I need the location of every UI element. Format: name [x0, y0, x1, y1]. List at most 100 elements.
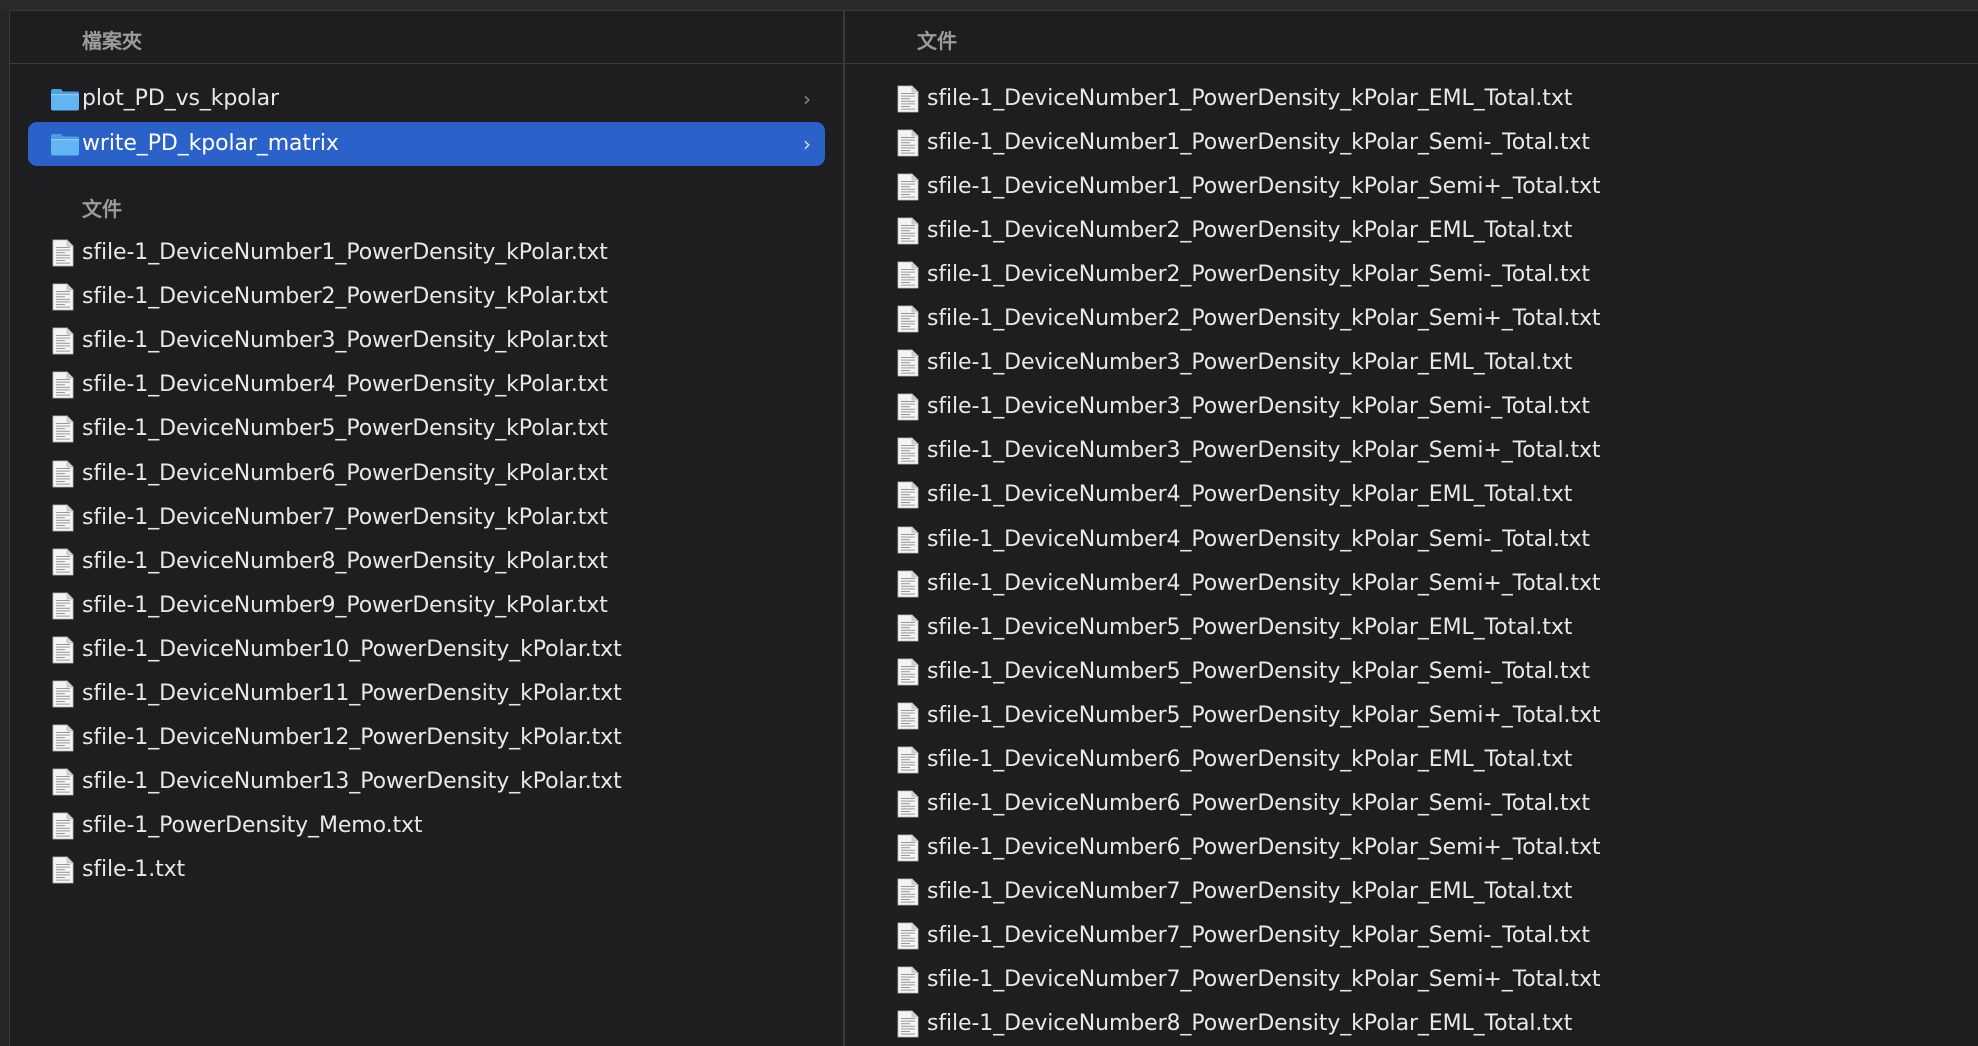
text-file-icon: [52, 504, 74, 532]
text-file-icon: [52, 724, 74, 752]
file-item[interactable]: sfile-1_PowerDensity_Memo.txt: [28, 804, 825, 848]
file-item[interactable]: sfile-1_DeviceNumber3_PowerDensity_kPola…: [873, 341, 1953, 385]
file-item[interactable]: sfile-1_DeviceNumber1_PowerDensity_kPola…: [873, 121, 1953, 165]
file-item[interactable]: sfile-1_DeviceNumber7_PowerDensity_kPola…: [873, 958, 1953, 1002]
folder-name: write_PD_kpolar_matrix: [82, 131, 339, 156]
file-item[interactable]: sfile-1_DeviceNumber5_PowerDensity_kPola…: [873, 606, 1953, 650]
folder-item[interactable]: write_PD_kpolar_matrix ›: [28, 122, 825, 166]
file-name: sfile-1_DeviceNumber7_PowerDensity_kPola…: [82, 505, 608, 530]
file-name: sfile-1.txt: [82, 857, 186, 882]
file-name: sfile-1_DeviceNumber2_PowerDensity_kPola…: [927, 306, 1601, 331]
file-item[interactable]: sfile-1_DeviceNumber6_PowerDensity_kPola…: [28, 452, 825, 496]
column-header-label: 檔案夾: [82, 29, 142, 53]
file-item[interactable]: sfile-1_DeviceNumber3_PowerDensity_kPola…: [28, 319, 825, 363]
file-item[interactable]: sfile-1_DeviceNumber4_PowerDensity_kPola…: [28, 363, 825, 407]
text-file-icon: [52, 592, 74, 620]
text-file-icon: [897, 702, 919, 730]
chevron-right-icon: ›: [803, 87, 811, 111]
file-item[interactable]: sfile-1_DeviceNumber1_PowerDensity_kPola…: [28, 231, 825, 275]
text-file-icon: [897, 834, 919, 862]
file-item[interactable]: sfile-1_DeviceNumber2_PowerDensity_kPola…: [28, 275, 825, 319]
file-name: sfile-1_DeviceNumber9_PowerDensity_kPola…: [82, 593, 608, 618]
file-item[interactable]: sfile-1_DeviceNumber8_PowerDensity_kPola…: [28, 540, 825, 584]
text-file-icon: [52, 856, 74, 884]
text-file-icon: [52, 636, 74, 664]
file-name: sfile-1_DeviceNumber5_PowerDensity_kPola…: [927, 659, 1590, 684]
file-item[interactable]: sfile-1_DeviceNumber3_PowerDensity_kPola…: [873, 385, 1953, 429]
file-item[interactable]: sfile-1_DeviceNumber3_PowerDensity_kPola…: [873, 429, 1953, 473]
file-name: sfile-1_DeviceNumber1_PowerDensity_kPola…: [927, 174, 1601, 199]
text-file-icon: [897, 437, 919, 465]
file-item[interactable]: sfile-1_DeviceNumber5_PowerDensity_kPola…: [873, 650, 1953, 694]
text-file-icon: [897, 173, 919, 201]
file-name: sfile-1_DeviceNumber1_PowerDensity_kPola…: [927, 86, 1573, 111]
text-file-icon: [52, 239, 74, 267]
text-file-icon: [52, 548, 74, 576]
file-item[interactable]: sfile-1_DeviceNumber12_PowerDensity_kPol…: [28, 716, 825, 760]
file-name: sfile-1_DeviceNumber1_PowerDensity_kPola…: [927, 130, 1590, 155]
text-file-icon: [52, 415, 74, 443]
file-item[interactable]: sfile-1.txt: [28, 848, 825, 892]
file-item[interactable]: sfile-1_DeviceNumber6_PowerDensity_kPola…: [873, 738, 1953, 782]
file-item[interactable]: sfile-1_DeviceNumber6_PowerDensity_kPola…: [873, 826, 1953, 870]
text-file-icon: [52, 812, 74, 840]
file-item[interactable]: sfile-1_DeviceNumber5_PowerDensity_kPola…: [28, 407, 825, 451]
file-name: sfile-1_DeviceNumber4_PowerDensity_kPola…: [927, 571, 1601, 596]
folder-icon: [51, 134, 79, 156]
file-item[interactable]: sfile-1_DeviceNumber2_PowerDensity_kPola…: [873, 253, 1953, 297]
file-item[interactable]: sfile-1_DeviceNumber2_PowerDensity_kPola…: [873, 209, 1953, 253]
text-file-icon: [897, 614, 919, 642]
file-name: sfile-1_DeviceNumber10_PowerDensity_kPol…: [82, 637, 622, 662]
file-item[interactable]: sfile-1_DeviceNumber8_PowerDensity_kPola…: [873, 1002, 1953, 1046]
file-item[interactable]: sfile-1_DeviceNumber4_PowerDensity_kPola…: [873, 562, 1953, 606]
file-item[interactable]: sfile-1_DeviceNumber5_PowerDensity_kPola…: [873, 694, 1953, 738]
file-name: sfile-1_DeviceNumber1_PowerDensity_kPola…: [82, 240, 608, 265]
file-item[interactable]: sfile-1_DeviceNumber9_PowerDensity_kPola…: [28, 584, 825, 628]
file-item[interactable]: sfile-1_DeviceNumber7_PowerDensity_kPola…: [873, 870, 1953, 914]
text-file-icon: [52, 327, 74, 355]
file-item[interactable]: sfile-1_DeviceNumber1_PowerDensity_kPola…: [873, 165, 1953, 209]
chevron-right-icon: ›: [803, 132, 811, 156]
text-file-icon: [897, 1010, 919, 1038]
file-name: sfile-1_DeviceNumber6_PowerDensity_kPola…: [927, 747, 1573, 772]
file-item[interactable]: sfile-1_DeviceNumber4_PowerDensity_kPola…: [873, 518, 1953, 562]
column-folder-contents[interactable]: 檔案夾 plot_PD_vs_kpolar › write_PD_kpolar_ma…: [10, 11, 845, 1046]
folder-item[interactable]: plot_PD_vs_kpolar ›: [28, 77, 825, 121]
text-file-icon: [897, 261, 919, 289]
text-file-icon: [897, 658, 919, 686]
section-label-files: 文件: [82, 197, 122, 221]
column-header: 文件: [845, 11, 1978, 64]
file-name: sfile-1_DeviceNumber13_PowerDensity_kPol…: [82, 769, 622, 794]
text-file-icon: [897, 526, 919, 554]
file-name: sfile-1_DeviceNumber7_PowerDensity_kPola…: [927, 879, 1573, 904]
file-item[interactable]: sfile-1_DeviceNumber11_PowerDensity_kPol…: [28, 672, 825, 716]
text-file-icon: [897, 966, 919, 994]
file-item[interactable]: sfile-1_DeviceNumber13_PowerDensity_kPol…: [28, 760, 825, 804]
text-file-icon: [897, 878, 919, 906]
text-file-icon: [52, 283, 74, 311]
file-name: sfile-1_DeviceNumber2_PowerDensity_kPola…: [927, 218, 1573, 243]
file-item[interactable]: sfile-1_DeviceNumber7_PowerDensity_kPola…: [28, 496, 825, 540]
window-top-bar: [0, 0, 1978, 11]
file-name: sfile-1_DeviceNumber3_PowerDensity_kPola…: [82, 328, 608, 353]
text-file-icon: [897, 305, 919, 333]
file-name: sfile-1_DeviceNumber8_PowerDensity_kPola…: [82, 549, 608, 574]
file-item[interactable]: sfile-1_DeviceNumber10_PowerDensity_kPol…: [28, 628, 825, 672]
file-item[interactable]: sfile-1_DeviceNumber1_PowerDensity_kPola…: [873, 77, 1953, 121]
file-name: sfile-1_DeviceNumber6_PowerDensity_kPola…: [82, 461, 608, 486]
file-item[interactable]: sfile-1_DeviceNumber2_PowerDensity_kPola…: [873, 297, 1953, 341]
file-item[interactable]: sfile-1_DeviceNumber7_PowerDensity_kPola…: [873, 914, 1953, 958]
text-file-icon: [897, 217, 919, 245]
column-subfolder-contents[interactable]: 文件 sfile-1_DeviceNumber1_PowerDensity_kP…: [845, 11, 1978, 1046]
text-file-icon: [897, 790, 919, 818]
file-name: sfile-1_DeviceNumber3_PowerDensity_kPola…: [927, 438, 1601, 463]
text-file-icon: [897, 349, 919, 377]
file-name: sfile-1_DeviceNumber5_PowerDensity_kPola…: [82, 416, 608, 441]
file-name: sfile-1_DeviceNumber4_PowerDensity_kPola…: [927, 527, 1590, 552]
file-item[interactable]: sfile-1_DeviceNumber6_PowerDensity_kPola…: [873, 782, 1953, 826]
file-name: sfile-1_DeviceNumber2_PowerDensity_kPola…: [927, 262, 1590, 287]
file-name: sfile-1_DeviceNumber8_PowerDensity_kPola…: [927, 1011, 1573, 1036]
text-file-icon: [897, 922, 919, 950]
text-file-icon: [52, 371, 74, 399]
file-item[interactable]: sfile-1_DeviceNumber4_PowerDensity_kPola…: [873, 473, 1953, 517]
